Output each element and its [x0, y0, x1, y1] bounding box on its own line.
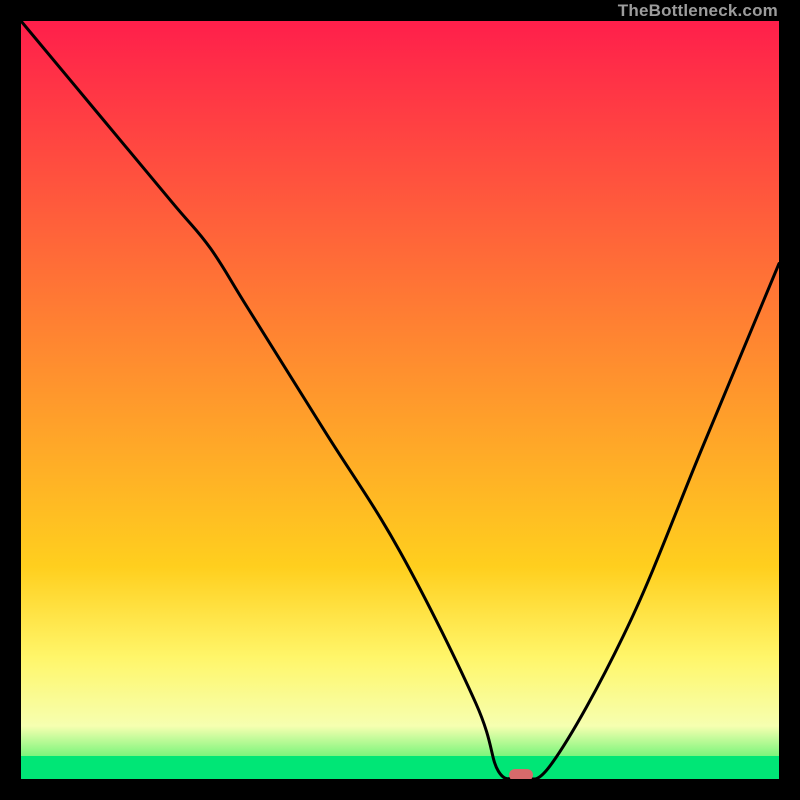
plot-inner	[21, 21, 779, 779]
chart-frame: TheBottleneck.com	[0, 0, 800, 800]
plot-area	[21, 21, 779, 779]
watermark-text: TheBottleneck.com	[618, 0, 778, 21]
background-gradient	[21, 21, 779, 779]
